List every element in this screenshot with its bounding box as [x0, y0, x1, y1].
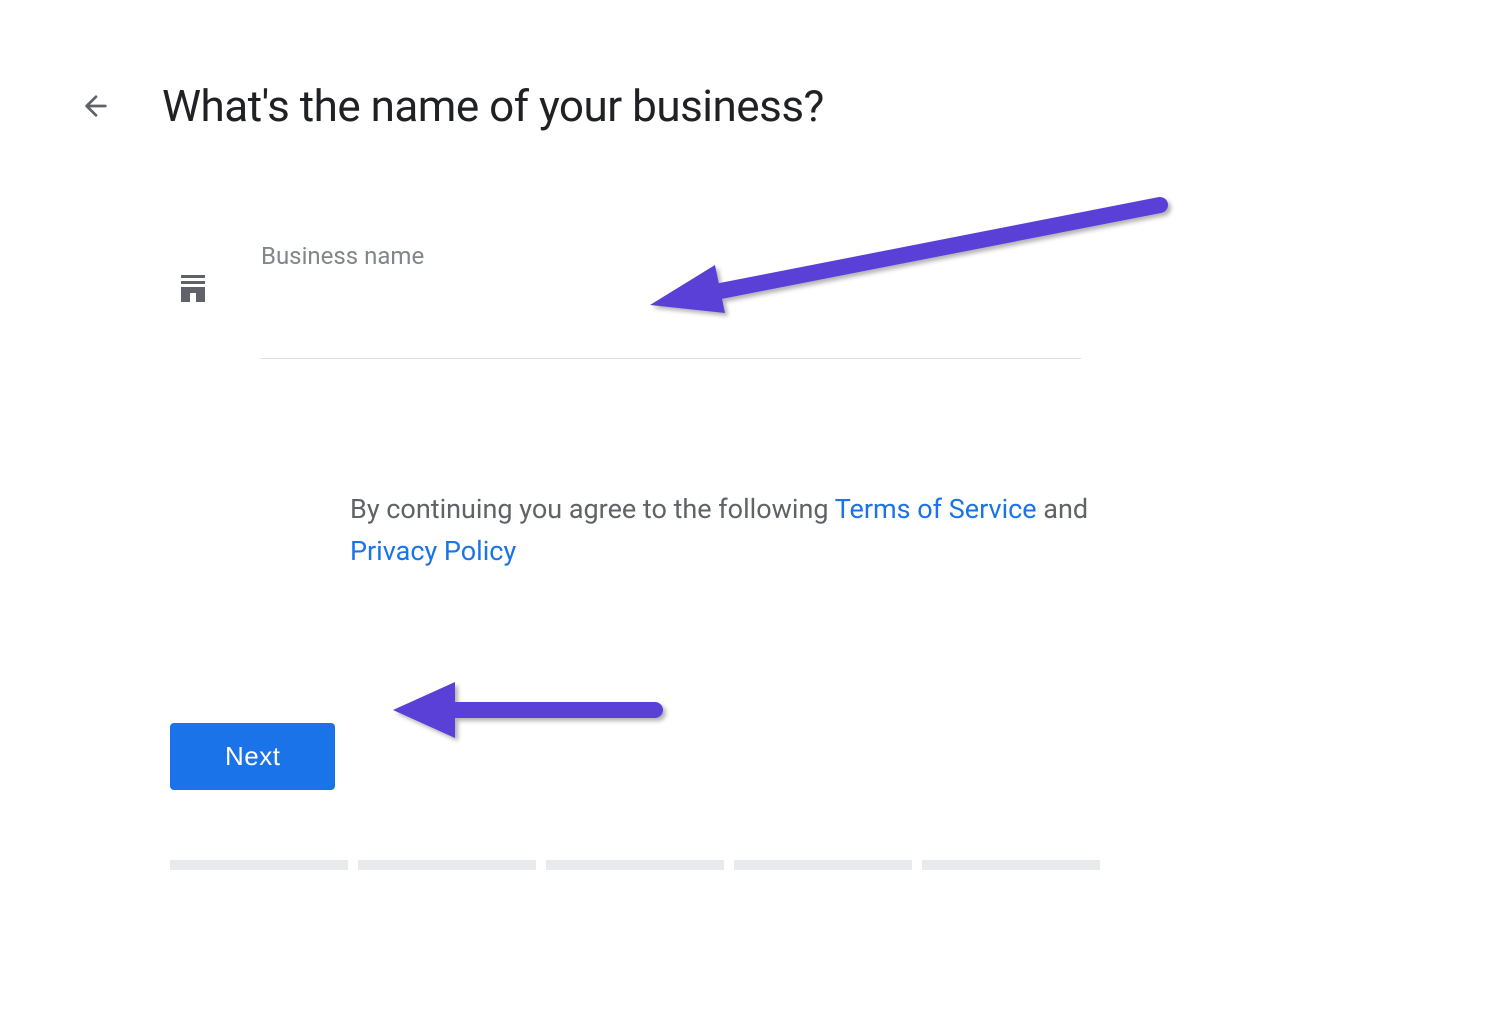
business-name-input[interactable] — [261, 310, 1081, 359]
business-name-label: Business name — [261, 242, 1081, 270]
next-button[interactable]: Next — [170, 723, 335, 790]
terms-text: By continuing you agree to the following… — [350, 489, 1150, 573]
progress-segment — [170, 860, 348, 870]
store-icon — [175, 272, 211, 308]
progress-bar — [170, 860, 1420, 870]
terms-of-service-link[interactable]: Terms of Service — [835, 493, 1037, 525]
terms-prefix: By continuing you agree to the following — [350, 493, 835, 525]
progress-segment — [734, 860, 912, 870]
page-title: What's the name of your business? — [162, 80, 824, 132]
progress-segment — [546, 860, 724, 870]
progress-segment — [358, 860, 536, 870]
progress-segment — [922, 860, 1100, 870]
terms-connector: and — [1037, 493, 1089, 525]
back-arrow-icon[interactable] — [80, 90, 112, 122]
privacy-policy-link[interactable]: Privacy Policy — [350, 535, 516, 567]
